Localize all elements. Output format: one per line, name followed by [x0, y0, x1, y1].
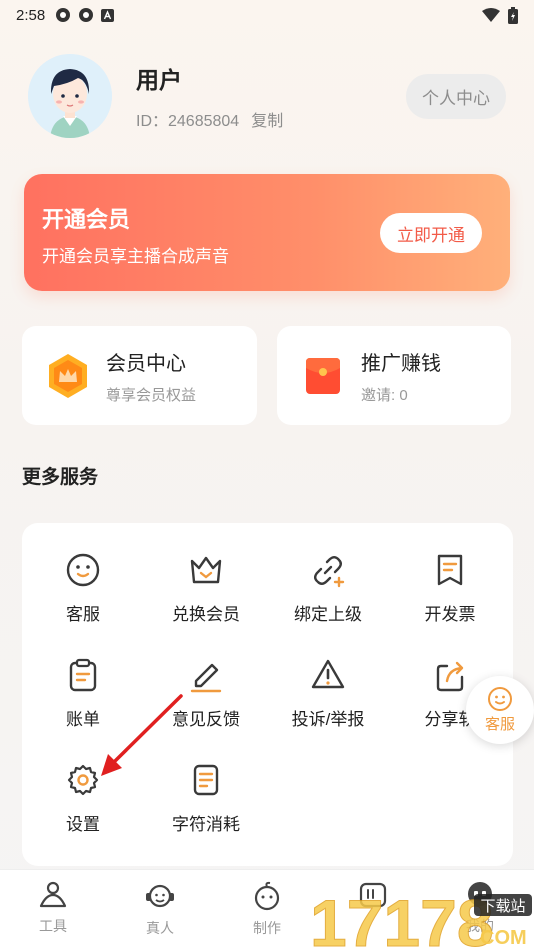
- user-id-row: ID：24685804 复制: [136, 107, 283, 131]
- vip-banner[interactable]: 开通会员 开通会员享主播合成声音 立即开通: [24, 174, 510, 291]
- service-feedback[interactable]: 意见反馈: [151, 657, 261, 737]
- tab-real-person[interactable]: 真人: [120, 880, 200, 938]
- mask-icon: [359, 882, 387, 908]
- service-settings[interactable]: 设置: [28, 762, 138, 842]
- service-label: 开发票: [424, 605, 476, 624]
- share-icon: [436, 661, 464, 692]
- service-label: 兑换会员: [172, 605, 240, 624]
- member-center-title: 会员中心: [106, 352, 186, 375]
- service-label: 字符消耗: [172, 815, 240, 834]
- member-center-card[interactable]: 会员中心 尊享会员权益: [22, 326, 257, 425]
- tab-label: 制作: [253, 920, 281, 936]
- vip-banner-title: 开通会员: [42, 207, 131, 232]
- service-redeem-vip[interactable]: 兑换会员: [151, 552, 261, 632]
- user-id: ID：24685804: [136, 113, 240, 130]
- tab-tools[interactable]: 工具: [13, 880, 93, 936]
- copy-id-link[interactable]: 复制: [251, 107, 283, 131]
- link-add-icon: [314, 556, 345, 588]
- status-time: 2:58: [16, 6, 46, 24]
- status-notification-icons: [55, 7, 115, 23]
- more-services-panel: 客服 兑换会员 绑定上级 开发票 账单 意见反馈 投诉/举报 分享软 设置 字符…: [22, 523, 513, 866]
- open-vip-button[interactable]: 立即开通: [380, 213, 482, 253]
- invite-count: 邀请: 0: [361, 386, 408, 404]
- service-label: 意见反馈: [172, 710, 240, 729]
- service-label: 设置: [66, 815, 100, 834]
- avatar[interactable]: [28, 54, 112, 138]
- profile-header: 用户 ID：24685804 复制 个人中心: [28, 54, 506, 138]
- tab-me[interactable]: 我的: [440, 880, 520, 936]
- tab-label: 工具: [39, 918, 67, 934]
- service-invoice[interactable]: 开发票: [395, 552, 505, 632]
- invoice-icon: [437, 554, 463, 586]
- document-icon: [193, 764, 219, 796]
- service-label: 投诉/举报: [291, 710, 365, 729]
- promote-earn-card[interactable]: 推广赚钱 邀请: 0: [277, 326, 511, 425]
- service-label: 绑定上级: [294, 605, 362, 624]
- smile-icon: [488, 687, 512, 711]
- notification-app-icon: [56, 8, 71, 22]
- red-envelope-icon: [299, 352, 347, 400]
- tools-icon: [39, 881, 67, 908]
- vip-banner-subtitle: 开通会员享主播合成声音: [42, 247, 229, 266]
- user-name: 用户: [136, 67, 182, 93]
- person-headset-icon: [146, 884, 174, 908]
- status-bar: 2:58: [0, 0, 534, 30]
- profile-info: 用户 ID：24685804 复制: [136, 61, 283, 131]
- battery-icon: [508, 6, 518, 24]
- floating-customer-service-label: 客服: [484, 716, 515, 733]
- service-char-consumption[interactable]: 字符消耗: [151, 762, 261, 842]
- tab-make[interactable]: 制作: [227, 880, 307, 938]
- me-icon: [468, 882, 492, 906]
- floating-customer-service-button[interactable]: 客服: [466, 676, 534, 744]
- service-bill[interactable]: 账单: [28, 657, 138, 737]
- wifi-icon: [482, 8, 500, 22]
- face-icon: [254, 881, 280, 911]
- service-customer-service[interactable]: 客服: [28, 552, 138, 632]
- crown-hexagon-icon: [44, 352, 92, 400]
- edit-icon: [190, 663, 222, 693]
- tab-label: 真人: [146, 920, 174, 936]
- bill-icon: [69, 658, 97, 692]
- personal-center-button[interactable]: 个人中心: [406, 73, 506, 119]
- member-center-subtitle: 尊享会员权益: [106, 386, 197, 404]
- promote-earn-title: 推广赚钱: [361, 352, 441, 375]
- more-services-title: 更多服务: [22, 467, 99, 488]
- warning-icon: [311, 659, 345, 689]
- crown-icon: [190, 556, 222, 584]
- gear-icon: [67, 764, 99, 796]
- service-label: 账单: [66, 710, 100, 729]
- service-label: 客服: [66, 605, 100, 624]
- bottom-tab-bar: 工具 真人 制作 我的: [0, 869, 534, 950]
- tab-fourth[interactable]: [333, 880, 413, 916]
- notification-app-icon: [79, 8, 94, 22]
- service-bind-superior[interactable]: 绑定上级: [273, 552, 383, 632]
- tab-label: 我的: [466, 918, 494, 934]
- notification-a-icon: [101, 8, 115, 22]
- service-complaint-report[interactable]: 投诉/举报: [273, 657, 383, 737]
- customer-service-icon: [66, 553, 100, 587]
